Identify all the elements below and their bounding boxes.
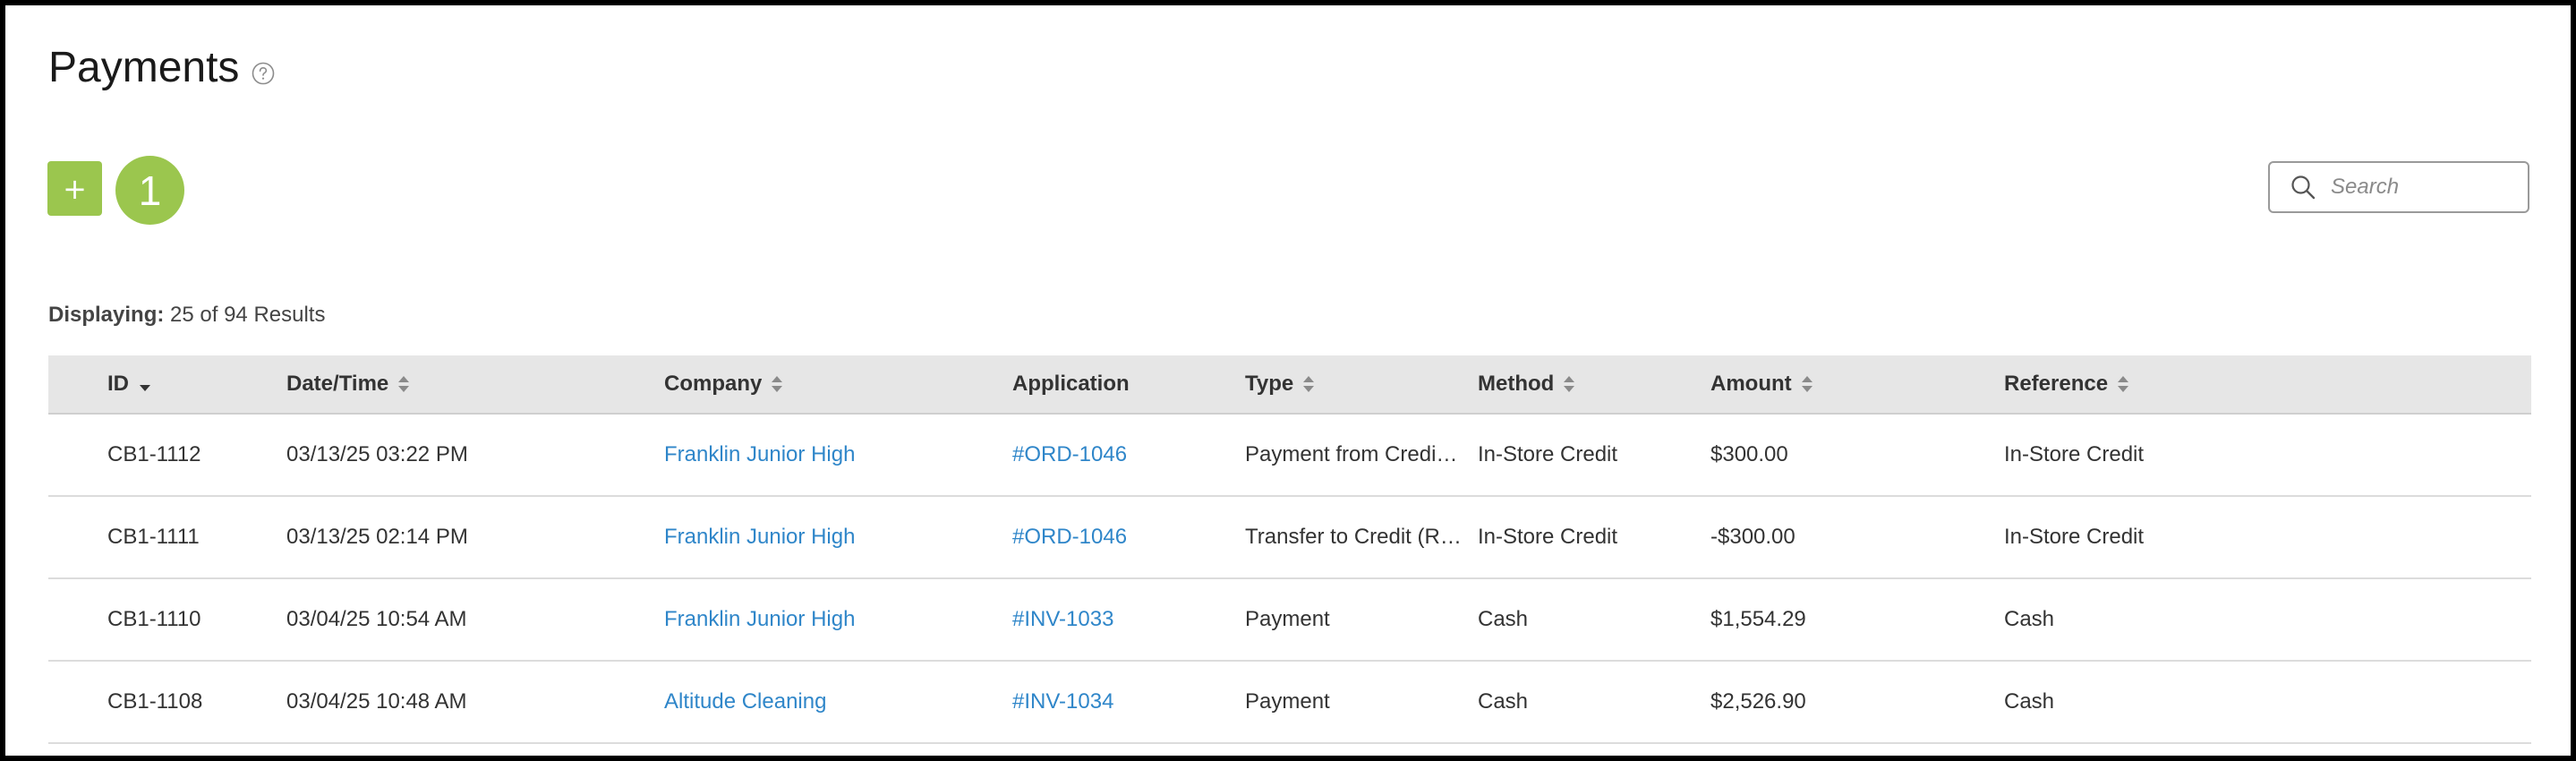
cell-type: Payment bbox=[1245, 607, 1330, 631]
cell-application: #INV-1034 bbox=[1012, 661, 1245, 743]
cell-reference: In-Store Credit bbox=[2004, 442, 2145, 466]
payments-page: Payments + 1 Displaying: 25 of 94 Result… bbox=[5, 5, 2571, 756]
page-title: Payments bbox=[48, 44, 240, 91]
row-spacer bbox=[48, 414, 107, 496]
cell-datetime: 03/04/25 10:48 AM bbox=[286, 689, 467, 714]
application-link[interactable]: #INV-1034 bbox=[1012, 689, 1113, 714]
application-link[interactable]: #INV-1033 bbox=[1012, 607, 1113, 631]
table-row[interactable]: CB1-1108 03/04/25 10:48 AM Altitude Clea… bbox=[48, 661, 2531, 743]
add-payment-button[interactable]: + bbox=[47, 161, 102, 216]
search-input[interactable] bbox=[2329, 174, 2512, 201]
sort-icon[interactable] bbox=[2117, 374, 2129, 394]
count-badge: 1 bbox=[115, 156, 184, 225]
cell-application: #ORD-1046 bbox=[1012, 496, 1245, 578]
payments-table: ID Date/Time Company Application Type Me… bbox=[48, 355, 2531, 744]
row-spacer bbox=[48, 661, 107, 743]
payments-table-wrap: ID Date/Time Company Application Type Me… bbox=[48, 355, 2531, 744]
column-header-label: Type bbox=[1245, 372, 1294, 396]
page-header: Payments bbox=[48, 41, 275, 95]
column-header-reference[interactable]: Reference bbox=[2004, 355, 2531, 415]
application-link[interactable]: #ORD-1046 bbox=[1012, 525, 1127, 549]
column-header-datetime[interactable]: Date/Time bbox=[286, 355, 664, 415]
cell-datetime: 03/04/25 10:54 AM bbox=[286, 607, 467, 631]
sort-icon[interactable] bbox=[1563, 374, 1575, 394]
sort-icon[interactable] bbox=[771, 374, 783, 394]
cell-id: CB1-1112 bbox=[107, 442, 201, 466]
cell-id: CB1-1110 bbox=[107, 607, 201, 631]
cell-datetime: 03/13/25 02:14 PM bbox=[286, 525, 468, 549]
table-row[interactable]: CB1-1110 03/04/25 10:54 AM Franklin Juni… bbox=[48, 578, 2531, 661]
column-header-application: Application bbox=[1012, 355, 1245, 415]
cell-amount: -$300.00 bbox=[1710, 525, 1796, 549]
cell-reference: Cash bbox=[2004, 689, 2055, 714]
cell-reference: In-Store Credit bbox=[2004, 525, 2145, 549]
row-spacer bbox=[48, 578, 107, 661]
cell-method: In-Store Credit bbox=[1478, 525, 1618, 549]
header-spacer bbox=[48, 355, 107, 415]
cell-application: #ORD-1046 bbox=[1012, 414, 1245, 496]
cell-company: Franklin Junior High bbox=[664, 496, 1012, 578]
results-summary-label: Displaying: bbox=[48, 303, 165, 327]
cell-company: Altitude Cleaning bbox=[664, 661, 1012, 743]
cell-method: In-Store Credit bbox=[1478, 442, 1618, 466]
cell-company: Franklin Junior High bbox=[664, 578, 1012, 661]
column-header-label: Application bbox=[1012, 372, 1130, 396]
cell-method: Cash bbox=[1478, 689, 1529, 714]
cell-type: Payment from Credi… bbox=[1245, 442, 1458, 466]
company-link[interactable]: Altitude Cleaning bbox=[664, 689, 826, 714]
column-header-type[interactable]: Type bbox=[1245, 355, 1478, 415]
sort-descending-icon[interactable] bbox=[138, 382, 152, 393]
cell-id: CB1-1108 bbox=[107, 689, 203, 714]
cell-amount: $2,526.90 bbox=[1710, 689, 1806, 714]
sort-icon[interactable] bbox=[397, 374, 410, 394]
cell-type: Transfer to Credit (R… bbox=[1245, 525, 1462, 549]
row-spacer bbox=[48, 496, 107, 578]
company-link[interactable]: Franklin Junior High bbox=[664, 525, 855, 549]
cell-reference: Cash bbox=[2004, 607, 2055, 631]
table-header-row: ID Date/Time Company Application Type Me… bbox=[48, 355, 2531, 415]
cell-datetime: 03/13/25 03:22 PM bbox=[286, 442, 468, 466]
results-summary-text: 25 of 94 Results bbox=[170, 303, 326, 327]
column-header-label: Amount bbox=[1710, 372, 1792, 396]
cell-id: CB1-1111 bbox=[107, 525, 200, 549]
cell-type: Payment bbox=[1245, 689, 1330, 714]
sort-icon[interactable] bbox=[1801, 374, 1813, 394]
table-row[interactable]: CB1-1112 03/13/25 03:22 PM Franklin Juni… bbox=[48, 414, 2531, 496]
question-circle-icon[interactable] bbox=[252, 62, 275, 85]
column-header-label: Method bbox=[1478, 372, 1555, 396]
results-summary: Displaying: 25 of 94 Results bbox=[48, 303, 325, 328]
application-link[interactable]: #ORD-1046 bbox=[1012, 442, 1127, 466]
column-header-amount[interactable]: Amount bbox=[1710, 355, 2004, 415]
cell-amount: $300.00 bbox=[1710, 442, 1788, 466]
company-link[interactable]: Franklin Junior High bbox=[664, 607, 855, 631]
column-header-label: ID bbox=[107, 372, 129, 396]
cell-method: Cash bbox=[1478, 607, 1529, 631]
cell-amount: $1,554.29 bbox=[1710, 607, 1806, 631]
search-icon bbox=[2291, 175, 2316, 200]
table-row[interactable]: CB1-1111 03/13/25 02:14 PM Franklin Juni… bbox=[48, 496, 2531, 578]
cell-application: #INV-1033 bbox=[1012, 578, 1245, 661]
cell-company: Franklin Junior High bbox=[664, 414, 1012, 496]
search-box[interactable] bbox=[2268, 161, 2529, 213]
column-header-label: Company bbox=[664, 372, 763, 396]
column-header-label: Date/Time bbox=[286, 372, 389, 396]
column-header-id[interactable]: ID bbox=[107, 355, 286, 415]
column-header-company[interactable]: Company bbox=[664, 355, 1012, 415]
company-link[interactable]: Franklin Junior High bbox=[664, 442, 855, 466]
column-header-method[interactable]: Method bbox=[1478, 355, 1710, 415]
column-header-label: Reference bbox=[2004, 372, 2109, 396]
sort-icon[interactable] bbox=[1302, 374, 1315, 394]
